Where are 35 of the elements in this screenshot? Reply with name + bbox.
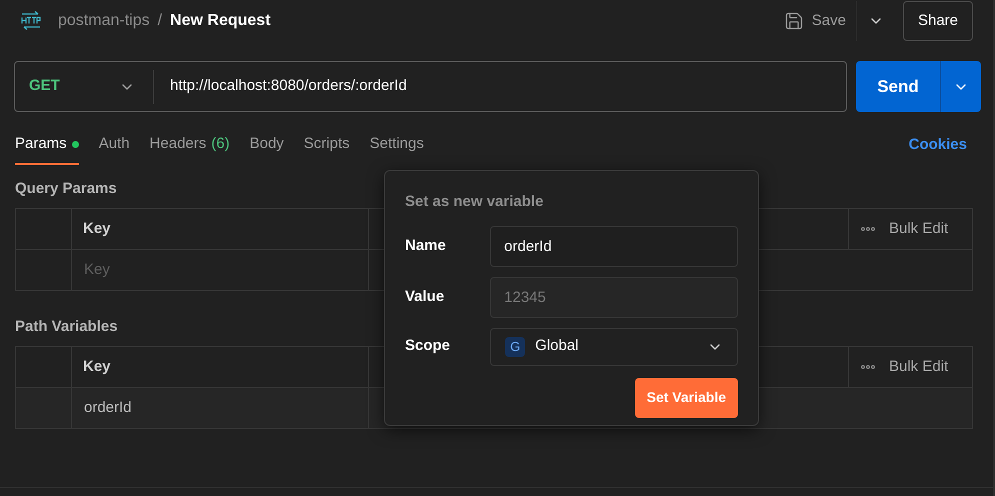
field-label: Name [405,236,447,256]
more-icon [861,365,875,369]
http-icon [20,10,42,32]
request-name: New Request [170,11,271,31]
key-field[interactable]: Key [84,258,356,282]
more-icon [861,227,875,231]
collection-name[interactable]: postman-tips [58,9,150,33]
tab[interactable]: Params [15,125,79,165]
table-cell: orderId [72,388,369,428]
share-button[interactable]: Share [902,1,973,41]
text-field[interactable]: 12345 [490,276,738,318]
bulk-edit-button[interactable]: Bulk Edit [849,209,972,249]
url-text[interactable]: http://localhost:8080/orders/:orderId [170,75,407,98]
section-title: Path Variables [15,316,118,337]
field-label: Value [405,286,446,307]
section-title: Query Params [15,178,117,199]
breadcrumb-separator: / [158,11,162,31]
cookies-link[interactable]: Cookies [908,134,967,156]
tab[interactable]: Body [250,125,284,165]
text-field[interactable]: orderId [490,226,738,266]
url-bar[interactable]: GET http://localhost:8080/orders/:orderId [14,61,847,112]
tab[interactable]: Auth [98,125,130,165]
column-header: Key [72,209,369,249]
bulk-edit-button[interactable]: Bulk Edit [849,347,972,387]
tab[interactable]: Headers (6) [150,125,230,165]
method-select[interactable]: GET [15,62,153,111]
field-label: Scope [405,336,452,356]
save-icon [784,11,804,31]
tab[interactable]: Scripts [304,125,350,165]
scope-select[interactable]: G Global [490,328,738,366]
tab[interactable]: Settings [370,125,424,165]
popover-title: Set as new variable [405,192,544,212]
save-button[interactable]: Save [784,1,856,41]
scope-badge: G [505,336,526,356]
column-header: Key [72,347,369,387]
